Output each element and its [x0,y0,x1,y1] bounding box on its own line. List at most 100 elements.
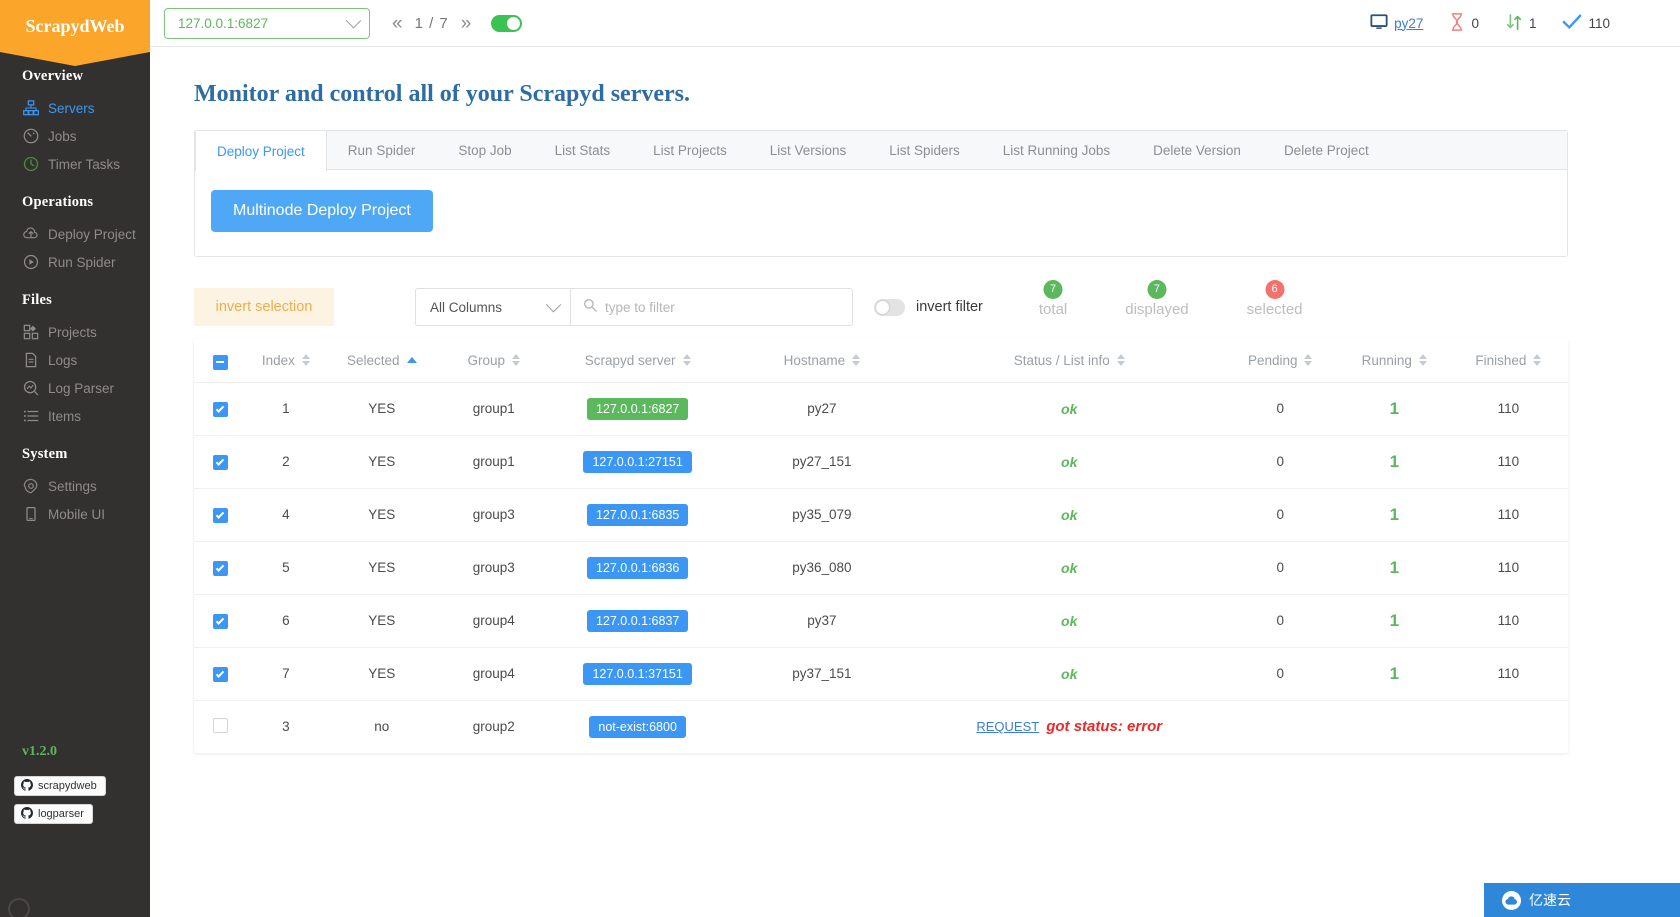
invert-filter-toggle[interactable] [874,298,905,316]
status-ok: ok [1061,559,1078,576]
servers-table: Index Selected Group Scrapyd server Hostname… [194,339,1568,753]
column-header-pending[interactable]: Pending [1220,339,1340,383]
tab-delete-project[interactable]: Delete Project [1263,131,1391,170]
tab-deploy-project[interactable]: Deploy Project [195,131,327,171]
row-checkbox[interactable] [212,402,228,418]
column-header-server[interactable]: Scrapyd server [549,339,726,383]
tab-list-stats[interactable]: List Stats [534,131,633,170]
check-icon [1562,13,1582,34]
server-badge[interactable]: 127.0.0.1:6827 [586,397,689,420]
github-badge-label: logparser [38,808,84,820]
table-row[interactable]: 3 no group2 not-exist:6800 REQUEST got status… [194,700,1568,753]
sort-icon[interactable] [1304,354,1313,367]
column-header-checkbox [194,339,247,383]
row-checkbox[interactable] [212,717,228,733]
column-header-index[interactable]: Index [246,339,326,383]
tab-run-spider[interactable]: Run Spider [327,131,438,170]
tab-delete-version[interactable]: Delete Version [1132,131,1263,170]
row-checkbox[interactable] [212,455,228,471]
tab-list-spiders[interactable]: List Spiders [868,131,982,170]
tab-stop-job[interactable]: Stop Job [437,131,533,170]
server-badge[interactable]: 127.0.0.1:37151 [583,662,692,685]
github-badge-logparser[interactable]: logparser [14,804,93,824]
sort-icon[interactable] [852,354,861,367]
node-select[interactable]: 127.0.0.1:6827 [164,7,370,39]
sidebar-item-mobile-ui[interactable]: Mobile UI [0,500,150,528]
sidebar-item-label: Servers [48,100,95,116]
cell-finished [1449,700,1568,753]
counter-total[interactable]: 7 total [1039,279,1067,318]
invert-selection-button[interactable]: invert selection [194,288,334,326]
github-icon [21,806,33,822]
tab-list-running-jobs[interactable]: List Running Jobs [982,131,1132,170]
column-select[interactable]: All Columns [415,288,570,326]
check-mark [215,616,225,625]
prev-node-button[interactable]: « [392,14,403,33]
sidebar-item-servers[interactable]: Servers [0,94,150,122]
sidebar-item-log-parser[interactable]: Log Parser [0,374,150,402]
cell-finished: 110 [1448,488,1568,542]
node-select-value: 127.0.0.1:6827 [178,15,269,31]
table-row[interactable]: 6 YES group4 127.0.0.1:6837 py37 ok 0 1 110 [194,594,1568,648]
select-all-checkbox[interactable] [212,354,228,370]
app-logo[interactable]: ScrapydWeb [0,0,150,52]
cell-pending: 0 [1220,647,1340,701]
cell-server: 127.0.0.1:6837 [549,594,726,648]
row-checkbox[interactable] [212,508,228,524]
table-row[interactable]: 2 YES group1 127.0.0.1:27151 py27_151 ok 0 1 110 [194,435,1568,489]
counter-displayed[interactable]: 7 displayed [1125,279,1189,318]
tab-list-versions[interactable]: List Versions [749,131,869,170]
sidebar-item-label: Settings [48,478,97,494]
sidebar-item-label: Jobs [48,128,77,144]
server-badge[interactable]: 127.0.0.1:27151 [583,450,692,473]
column-header-hostname[interactable]: Hostname [725,339,918,383]
column-header-selected[interactable]: Selected [325,339,439,383]
multinode-deploy-project-button[interactable]: Multinode Deploy Project [211,190,433,232]
running-count: 1 [1389,610,1400,630]
sidebar-item-settings[interactable]: Settings [0,472,150,500]
server-badge[interactable]: 127.0.0.1:6837 [586,609,689,632]
sidebar-item-deploy-project[interactable]: Deploy Project [0,220,150,248]
auto-refresh-toggle[interactable] [491,14,523,32]
column-header-finished[interactable]: Finished [1448,339,1568,383]
counter-selected[interactable]: 6 selected [1247,279,1303,318]
tab-list-projects[interactable]: List Projects [632,131,749,170]
table-row[interactable]: 1 YES group1 127.0.0.1:6827 py27 ok 0 1 110 [194,382,1568,436]
column-header-inner: Scrapyd server [585,353,691,368]
sort-icon[interactable] [512,354,521,367]
table-row[interactable]: 4 YES group3 127.0.0.1:6835 py35_079 ok 0 1 110 [194,488,1568,542]
sidebar-item-projects[interactable]: Projects [0,318,150,346]
column-header-group[interactable]: Group [438,339,550,383]
column-header-inner: Selected [347,353,417,368]
column-header-status[interactable]: Status / List info [917,339,1221,383]
cell-server: 127.0.0.1:6836 [549,541,726,595]
sidebar-item-run-spider[interactable]: Run Spider [0,248,150,276]
request-link[interactable]: REQUEST [976,719,1039,734]
sort-icon[interactable] [682,354,691,367]
sort-icon[interactable] [301,354,310,367]
sidebar-item-timer-tasks[interactable]: Timer Tasks [0,150,150,178]
sort-icon[interactable] [406,357,417,364]
status-hostname[interactable]: py27 [1370,13,1423,34]
sidebar-item-items[interactable]: Items [0,402,150,430]
github-badge-scrapydweb[interactable]: scrapydweb [14,776,106,796]
sort-icon[interactable] [1418,354,1427,367]
server-badge[interactable]: not-exist:6800 [589,715,686,738]
hostname-link[interactable]: py27 [1394,16,1423,31]
sort-icon[interactable] [1116,354,1125,367]
row-checkbox[interactable] [212,667,228,683]
row-checkbox[interactable] [212,561,228,577]
row-checkbox[interactable] [212,614,228,630]
column-header-running[interactable]: Running [1339,339,1449,383]
help-circle-icon[interactable] [8,898,30,917]
server-badge[interactable]: 127.0.0.1:6836 [586,556,689,579]
sidebar-item-logs[interactable]: Logs [0,346,150,374]
server-badge[interactable]: 127.0.0.1:6835 [586,503,689,526]
cell-index: 4 [246,488,326,542]
sort-icon[interactable] [1533,354,1542,367]
sidebar-item-jobs[interactable]: Jobs [0,122,150,150]
filter-input[interactable] [605,299,835,315]
table-row[interactable]: 7 YES group4 127.0.0.1:37151 py37_151 ok 0 1 110 [194,647,1568,701]
next-node-button[interactable]: » [461,14,472,33]
table-row[interactable]: 5 YES group3 127.0.0.1:6836 py36_080 ok 0 1 110 [194,541,1568,595]
